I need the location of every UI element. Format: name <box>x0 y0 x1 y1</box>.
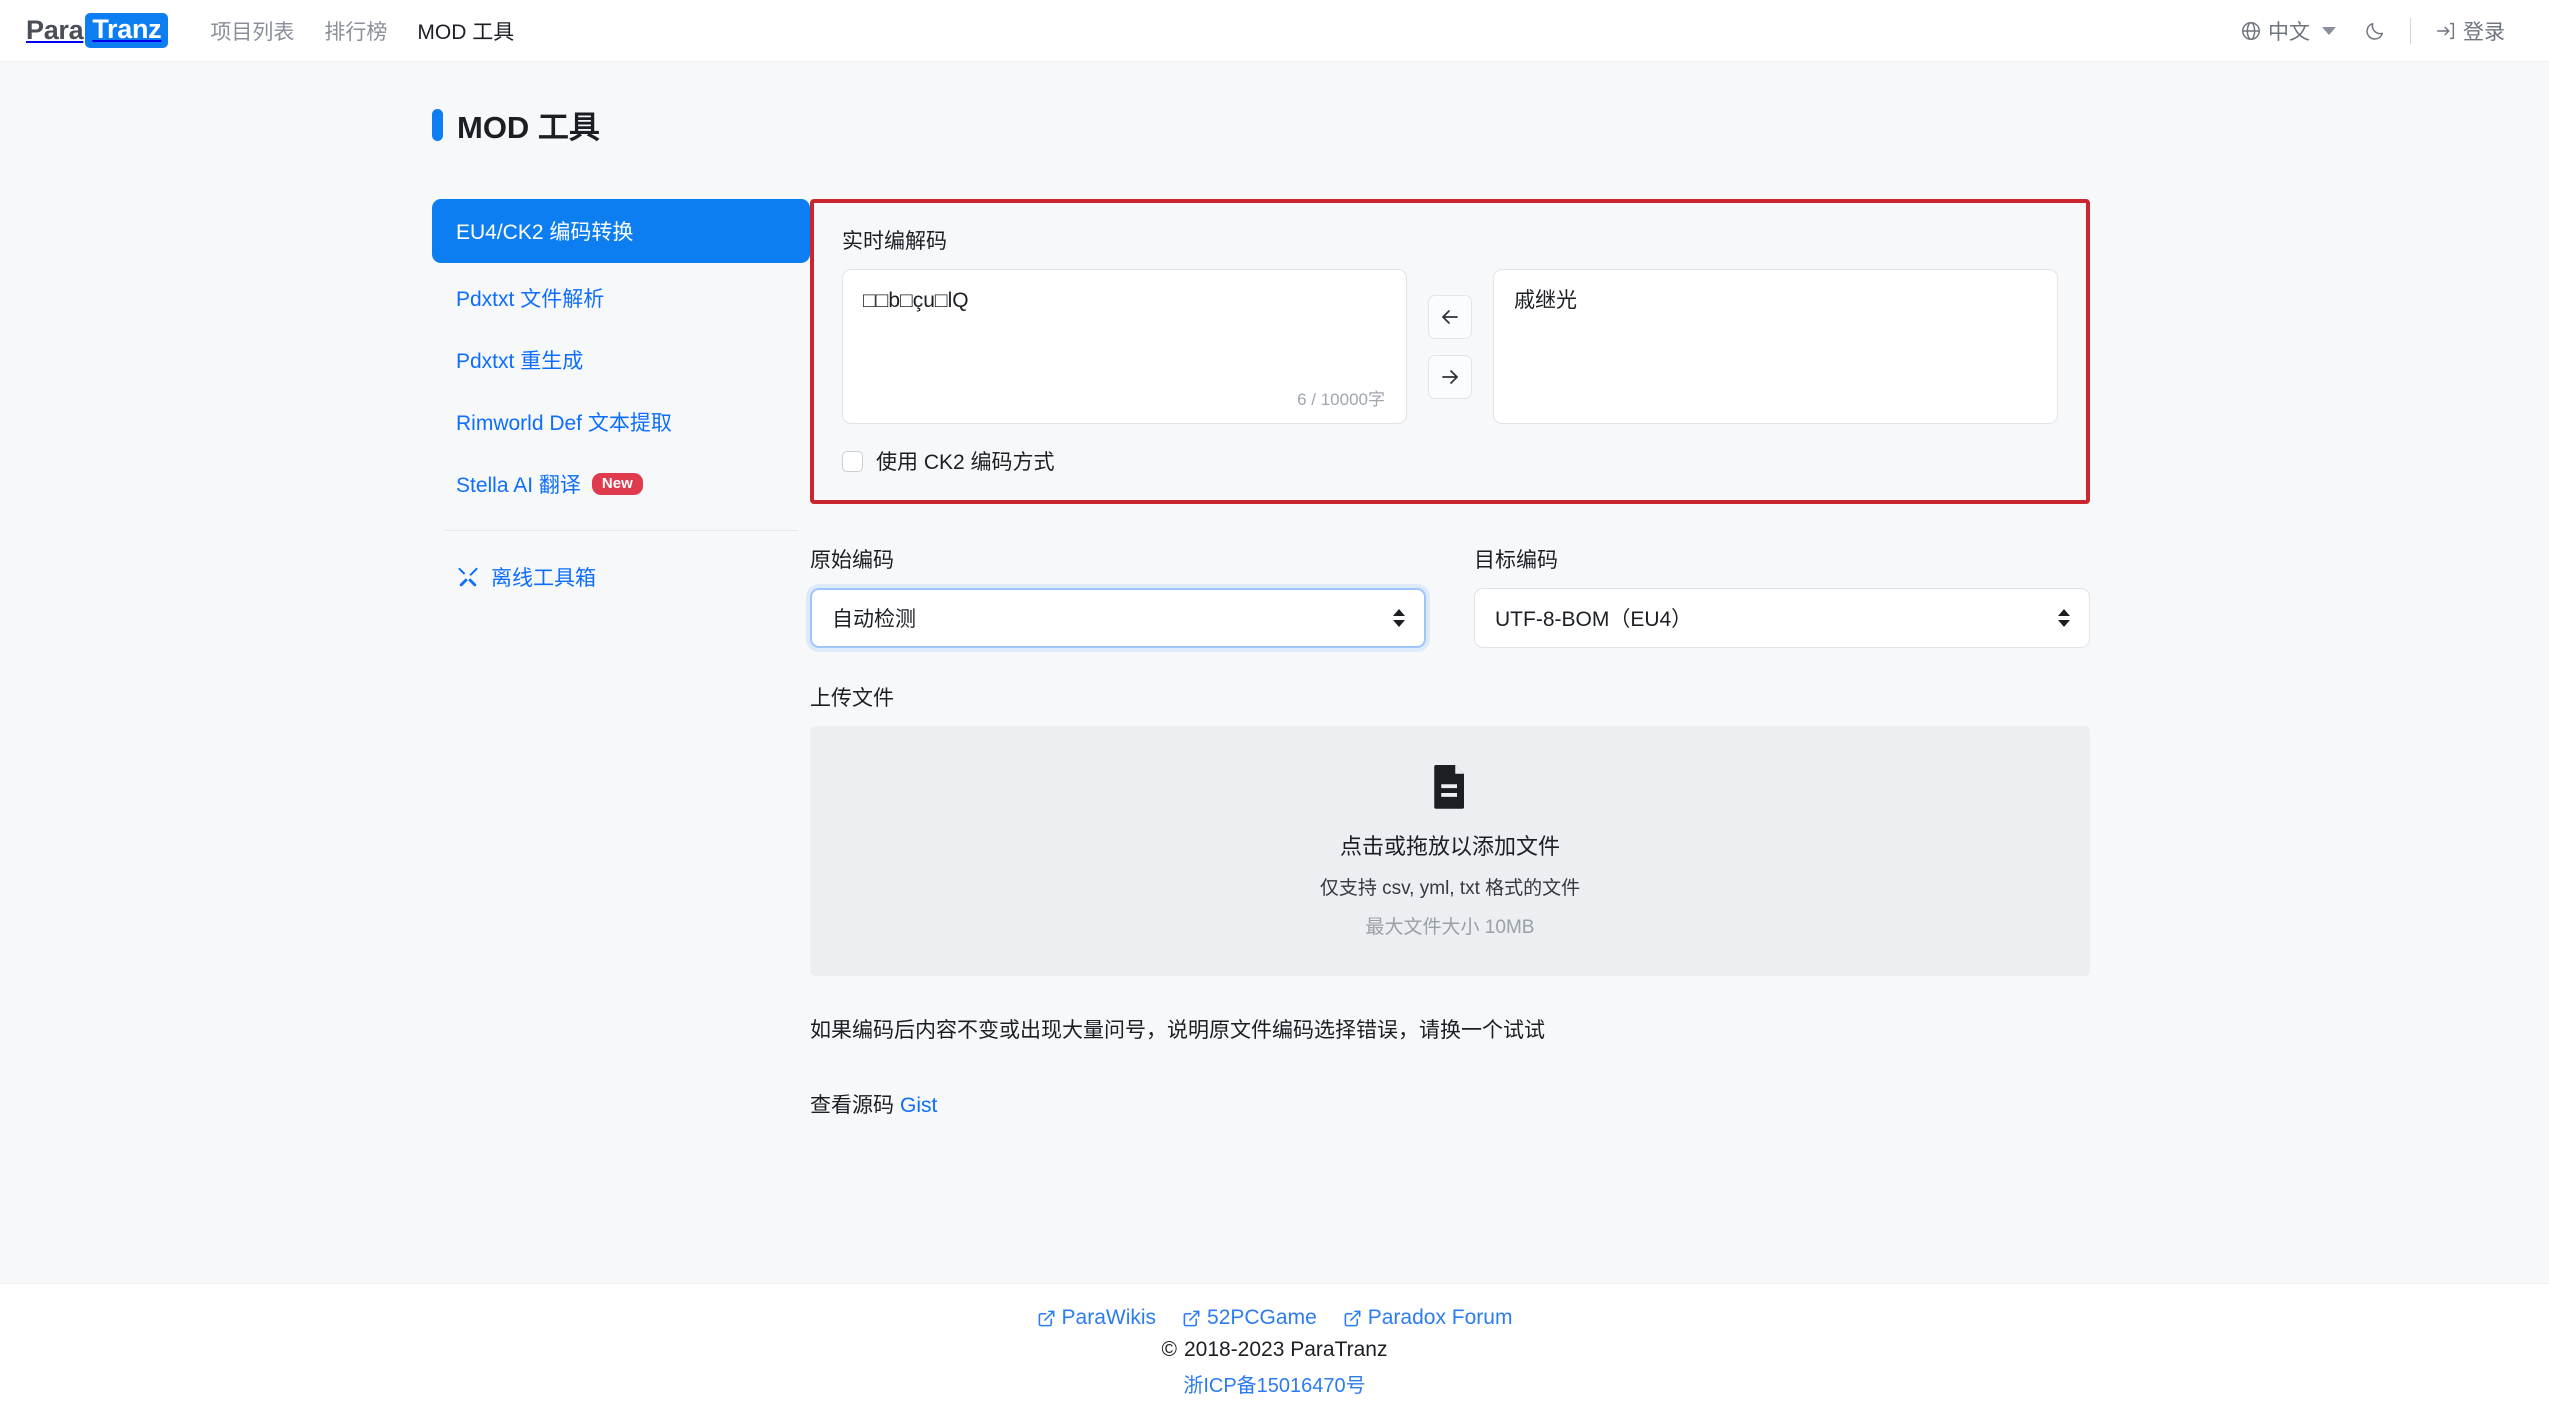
dropzone-subtitle: 仅支持 csv, yml, txt 格式的文件 <box>1319 878 1581 899</box>
sidebar-item-pdxtxt-regenerate[interactable]: Pdxtxt 重生成 <box>432 333 810 387</box>
footer-link-label: Paradox Forum <box>1367 1306 1513 1329</box>
footer: ParaWikis 52PCGame Paradox Forum © 2018-… <box>0 1283 2549 1418</box>
footer-link-52pcgame[interactable]: 52PCGame <box>1182 1306 1317 1330</box>
source-encoding-select[interactable]: 自动检测 <box>810 588 1426 648</box>
sidebar-item-label: Pdxtxt 重生成 <box>456 350 584 373</box>
upload-label: 上传文件 <box>810 687 894 710</box>
upload-section: 上传文件 点击或拖放以添加文件 仅支持 csv, yml, txt 格式的文件 <box>810 682 2090 976</box>
sidebar-divider <box>444 530 798 531</box>
ck2-encoding-checkbox[interactable] <box>842 450 863 472</box>
page-title-text: MOD 工具 <box>457 110 600 145</box>
source-code-label: 查看源码 <box>810 1094 894 1117</box>
source-encoding-label: 原始编码 <box>810 549 894 572</box>
moon-icon <box>2364 20 2386 42</box>
theme-toggle-button[interactable] <box>2350 20 2400 42</box>
icp-link[interactable]: 浙ICP备15016470号 <box>1183 1375 1365 1397</box>
sidebar-item-eu4-ck2-encoding[interactable]: EU4/CK2 编码转换 <box>432 199 810 263</box>
copyright-icon: © <box>1161 1338 1177 1361</box>
main-panel: 实时编解码 □□b□çu□lQ 6 / 10000字 戚继光 使用 CK2 编码… <box>810 199 2130 1119</box>
sidebar-item-label: Stella AI 翻译 <box>456 474 581 497</box>
globe-icon <box>2240 20 2262 42</box>
sidebar-item-label: Rimworld Def 文本提取 <box>456 412 672 435</box>
footer-link-label: 52PCGame <box>1207 1306 1317 1329</box>
target-encoding-value: UTF-8-BOM（EU4） <box>1495 608 1693 631</box>
footer-links: ParaWikis 52PCGame Paradox Forum <box>0 1306 2549 1330</box>
sidebar-item-pdxtxt-parse[interactable]: Pdxtxt 文件解析 <box>432 271 810 325</box>
content-area: MOD 工具 EU4/CK2 编码转换 Pdxtxt 文件解析 Pdxtxt 重… <box>0 62 2549 1119</box>
target-encoding-group: 目标编码 UTF-8-BOM（EU4） <box>1474 544 2090 648</box>
external-link-icon <box>1182 1309 1201 1328</box>
source-textarea-wrapper: □□b□çu□lQ 6 / 10000字 <box>842 269 1407 424</box>
sign-in-icon <box>2435 20 2457 42</box>
copyright-text: 2018-2023 ParaTranz <box>1183 1338 1388 1361</box>
tools-icon <box>456 565 480 589</box>
source-encoding-value: 自动检测 <box>832 608 916 631</box>
navbar: Para Tranz 项目列表 排行榜 MOD 工具 中文 登录 <box>0 0 2549 62</box>
nav-link-projects[interactable]: 项目列表 <box>210 16 294 46</box>
login-label: 登录 <box>2463 20 2505 44</box>
realtime-codec-panel: 实时编解码 □□b□çu□lQ 6 / 10000字 戚继光 使用 CK2 编码… <box>810 199 2090 504</box>
title-accent-bar <box>432 108 443 141</box>
codec-section-label: 实时编解码 <box>842 230 947 253</box>
encoding-selectors: 原始编码 自动检测 目标编码 UTF-8-BOM（EU4） <box>810 544 2090 648</box>
language-label: 中文 <box>2268 20 2310 44</box>
sidebar-item-label: 离线工具箱 <box>491 567 596 590</box>
gist-link[interactable]: Gist <box>900 1094 937 1117</box>
encoding-note: 如果编码后内容不变或出现大量问号，说明原文件编码选择错误，请换一个试试 <box>810 1019 1545 1042</box>
nav-link-leaderboard[interactable]: 排行榜 <box>324 16 387 46</box>
language-switcher[interactable]: 中文 <box>2226 16 2350 46</box>
sidebar: EU4/CK2 编码转换 Pdxtxt 文件解析 Pdxtxt 重生成 Rimw… <box>432 199 810 612</box>
navbar-right: 中文 登录 <box>2226 16 2519 46</box>
page-title: MOD 工具 <box>432 102 2549 147</box>
target-encoding-select[interactable]: UTF-8-BOM（EU4） <box>1474 588 2090 648</box>
chevron-down-icon <box>2322 26 2336 35</box>
footer-link-parawikis[interactable]: ParaWikis <box>1037 1306 1157 1330</box>
sidebar-item-offline-toolbox[interactable]: 离线工具箱 <box>432 550 810 604</box>
sidebar-item-label: Pdxtxt 文件解析 <box>456 288 605 311</box>
select-updown-icon <box>1393 609 1405 627</box>
footer-link-label: ParaWikis <box>1061 1306 1157 1329</box>
dropzone-title: 点击或拖放以添加文件 <box>1339 834 1560 859</box>
select-updown-icon <box>2058 609 2070 627</box>
file-document-icon <box>1429 763 1471 809</box>
char-counter: 6 / 10000字 <box>1297 390 1385 409</box>
source-encoding-group: 原始编码 自动检测 <box>810 544 1426 648</box>
status-badge-new: New <box>591 473 643 495</box>
brand-para-text: Para <box>26 15 84 45</box>
external-link-icon <box>1037 1309 1056 1328</box>
footer-icp: 浙ICP备15016470号 <box>0 1369 2549 1398</box>
sidebar-item-label: EU4/CK2 编码转换 <box>456 221 634 244</box>
sidebar-item-stella-ai-translate[interactable]: Stella AI 翻译 New <box>432 457 810 511</box>
codec-row: □□b□çu□lQ 6 / 10000字 戚继光 <box>842 269 2058 424</box>
decode-left-button[interactable] <box>1428 294 1472 339</box>
target-textarea-wrapper: 戚继光 <box>1493 269 2058 424</box>
ck2-encoding-option-row: 使用 CK2 编码方式 <box>842 446 2058 476</box>
encode-right-button[interactable] <box>1428 354 1472 399</box>
sidebar-item-rimworld-def-extract[interactable]: Rimworld Def 文本提取 <box>432 395 810 449</box>
brand-logo[interactable]: Para Tranz <box>26 13 169 48</box>
codec-arrow-buttons <box>1407 269 1493 424</box>
footer-copyright: © 2018-2023 ParaTranz <box>0 1338 2549 1362</box>
nav-links: 项目列表 排行榜 MOD 工具 <box>210 16 514 46</box>
external-link-icon <box>1343 1309 1362 1328</box>
navbar-divider <box>2410 17 2411 44</box>
dropzone-size-hint: 最大文件大小 10MB <box>1365 917 1535 938</box>
brand-tranz-text: Tranz <box>85 13 169 48</box>
target-encoding-label: 目标编码 <box>1474 549 1558 572</box>
file-dropzone[interactable]: 点击或拖放以添加文件 仅支持 csv, yml, txt 格式的文件 最大文件大… <box>810 726 2090 976</box>
main-layout: EU4/CK2 编码转换 Pdxtxt 文件解析 Pdxtxt 重生成 Rimw… <box>432 199 2549 1119</box>
login-button[interactable]: 登录 <box>2421 16 2519 46</box>
page-root: Para Tranz 项目列表 排行榜 MOD 工具 中文 登录 MOD 工具 … <box>0 0 2549 1418</box>
footer-link-paradox-forum[interactable]: Paradox Forum <box>1343 1306 1513 1330</box>
ck2-encoding-label: 使用 CK2 编码方式 <box>876 451 1055 474</box>
source-code-line: 查看源码 Gist <box>810 1089 2090 1119</box>
nav-link-mod-tools[interactable]: MOD 工具 <box>417 16 514 46</box>
target-text-input[interactable]: 戚继光 <box>1493 269 2058 424</box>
